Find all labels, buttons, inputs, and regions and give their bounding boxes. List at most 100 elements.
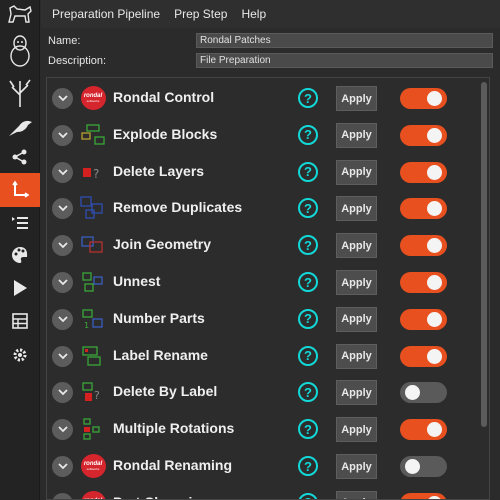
enable-toggle[interactable]	[400, 161, 447, 183]
help-icon[interactable]: ?	[298, 272, 318, 292]
expand-chevron-button[interactable]	[52, 492, 73, 499]
help-icon[interactable]: ?	[298, 198, 318, 219]
list-indent-icon[interactable]	[0, 208, 40, 238]
rondal-badge-sub: softworks	[86, 99, 100, 103]
axes-icon[interactable]	[0, 173, 40, 207]
rondal-logo-icon: rondalsoftworks	[80, 490, 106, 499]
toggle-knob	[427, 311, 442, 327]
step-name: Rondal Renaming	[113, 457, 233, 473]
enable-toggle[interactable]	[400, 345, 447, 367]
help-icon[interactable]: ?	[298, 124, 318, 145]
share-icon[interactable]	[0, 142, 40, 172]
toggle-knob	[427, 238, 442, 254]
bird-icon[interactable]	[0, 112, 40, 142]
menu-prep-step[interactable]: Prep Step	[174, 7, 227, 21]
apply-button[interactable]: Apply	[336, 380, 377, 406]
step-row: Join Geometry? Apply	[47, 227, 483, 263]
expand-chevron-button[interactable]	[52, 198, 73, 220]
apply-button[interactable]: Apply	[336, 159, 377, 185]
help-icon[interactable]: ?	[298, 492, 318, 499]
step-row: Explode Blocks? Apply	[47, 117, 483, 153]
chevron-down-icon	[57, 426, 68, 433]
dog-icon[interactable]	[0, 0, 40, 28]
help-icon[interactable]: ?	[298, 419, 318, 440]
step-name: Remove Duplicates	[113, 199, 243, 216]
tree-icon[interactable]	[0, 74, 40, 112]
step-name: Part Chopping	[113, 494, 209, 499]
help-icon[interactable]: ?	[298, 456, 318, 476]
apply-button[interactable]: Apply	[336, 306, 377, 332]
label-rename-icon	[80, 344, 106, 368]
description-label: Description:	[48, 55, 107, 67]
table-icon[interactable]	[0, 306, 40, 336]
chevron-down-icon	[57, 316, 68, 323]
explode-blocks-icon	[80, 123, 106, 147]
expand-chevron-button[interactable]	[52, 456, 73, 477]
expand-chevron-button[interactable]	[52, 345, 73, 367]
help-icon[interactable]: ?	[298, 235, 318, 256]
expand-chevron-button[interactable]	[52, 161, 73, 183]
enable-toggle[interactable]	[400, 308, 447, 330]
expand-chevron-button[interactable]	[52, 272, 73, 293]
gear-icon[interactable]	[0, 340, 40, 370]
chevron-down-icon	[57, 132, 68, 139]
step-row: Remove Duplicates? Apply	[47, 190, 483, 226]
enable-toggle[interactable]	[400, 382, 447, 404]
enable-toggle[interactable]	[400, 235, 447, 257]
apply-button[interactable]: Apply	[336, 417, 377, 443]
enable-toggle[interactable]	[400, 198, 447, 220]
step-row: 1 Number Parts? Apply	[47, 301, 483, 337]
help-icon[interactable]: ?	[298, 382, 318, 403]
enable-toggle[interactable]	[400, 272, 447, 293]
toggle-knob	[427, 91, 442, 106]
expand-chevron-button[interactable]	[52, 382, 73, 404]
enable-toggle[interactable]	[400, 419, 447, 441]
remove-duplicates-icon	[80, 196, 106, 220]
number-parts-icon: 1	[80, 307, 106, 331]
expand-chevron-button[interactable]	[52, 124, 73, 146]
enable-toggle[interactable]	[400, 456, 447, 477]
step-row: rondal softworks Rondal Control? Apply	[47, 80, 483, 116]
help-icon[interactable]: ?	[298, 161, 318, 182]
toggle-knob	[427, 348, 442, 364]
apply-button[interactable]: Apply	[336, 490, 377, 499]
apply-button[interactable]: Apply	[336, 454, 377, 479]
step-name: Delete By Label	[113, 383, 218, 400]
enable-toggle[interactable]	[400, 492, 447, 499]
multiple-rotations-icon	[80, 417, 106, 441]
apply-button[interactable]: Apply	[336, 86, 377, 111]
svg-text:?: ?	[94, 389, 100, 402]
name-label: Name:	[48, 35, 81, 47]
chevron-down-icon	[57, 168, 68, 175]
menu-preparation-pipeline[interactable]: Preparation Pipeline	[52, 7, 160, 21]
help-icon[interactable]: ?	[298, 308, 318, 329]
apply-button[interactable]: Apply	[336, 343, 377, 369]
expand-chevron-button[interactable]	[52, 419, 73, 441]
delete-layers-icon: ?	[80, 160, 106, 184]
apply-button[interactable]: Apply	[336, 233, 377, 259]
chevron-down-icon	[57, 389, 68, 396]
play-icon[interactable]	[0, 272, 40, 304]
help-icon[interactable]: ?	[298, 345, 318, 366]
expand-chevron-button[interactable]	[52, 235, 73, 257]
menu-help[interactable]: Help	[241, 7, 266, 21]
name-field[interactable]: Rondal Patches	[196, 33, 493, 48]
toggle-knob	[427, 422, 442, 438]
description-field[interactable]: File Preparation	[196, 53, 493, 68]
toggle-knob	[427, 164, 442, 180]
step-name: Rondal Control	[113, 89, 215, 105]
rondal-logo-icon: rondalsoftworks	[80, 454, 106, 478]
palette-icon[interactable]	[0, 240, 40, 270]
expand-chevron-button[interactable]	[52, 88, 73, 109]
enable-toggle[interactable]	[400, 88, 447, 109]
chevron-down-icon	[57, 352, 68, 359]
apply-button[interactable]: Apply	[336, 270, 377, 295]
apply-button[interactable]: Apply	[336, 122, 377, 148]
apply-button[interactable]: Apply	[336, 196, 377, 222]
prep-steps-list: rondal softworks Rondal Control? Apply Explo…	[46, 77, 490, 500]
penguin-icon[interactable]	[0, 30, 40, 72]
toggle-knob	[405, 459, 420, 474]
expand-chevron-button[interactable]	[52, 308, 73, 330]
help-icon[interactable]: ?	[298, 88, 318, 108]
enable-toggle[interactable]	[400, 124, 447, 146]
